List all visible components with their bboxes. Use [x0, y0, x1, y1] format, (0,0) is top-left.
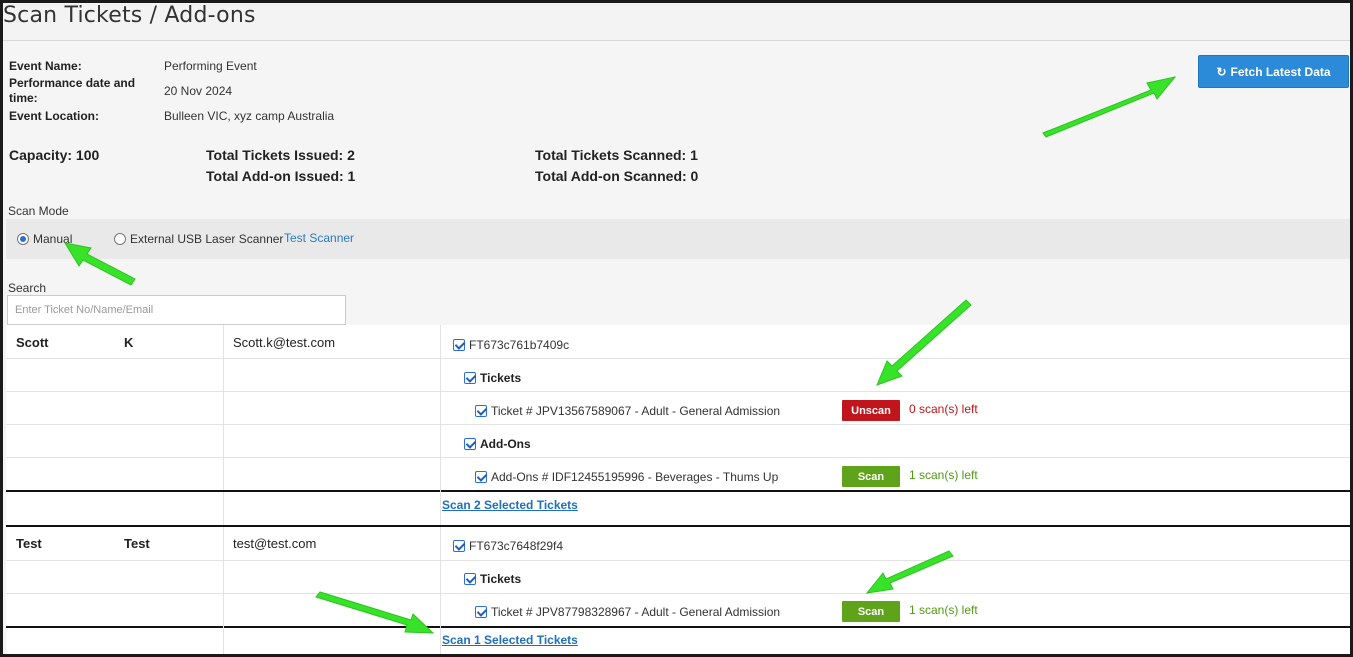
- order-divider: [6, 626, 1350, 628]
- column-divider: [223, 527, 224, 654]
- row-divider: [6, 358, 1350, 359]
- app-frame: Scan Tickets / Add-ons Event Name: Perfo…: [3, 3, 1350, 654]
- order-divider: [6, 490, 1350, 492]
- row-divider: [6, 424, 1350, 425]
- addons-issued-stat: Total Add-on Issued: 1: [206, 168, 356, 184]
- tickets-group-checkbox[interactable]: [464, 372, 476, 384]
- row-divider: [6, 457, 1350, 458]
- search-label: Search: [8, 281, 47, 295]
- scan-button[interactable]: Scan: [842, 601, 900, 622]
- tickets-scanned-stat: Total Tickets Scanned: 1: [535, 147, 698, 163]
- order-last-name: K: [124, 335, 134, 350]
- order-id: FT673c7648f29f4: [469, 539, 564, 553]
- fetch-latest-data-label: Fetch Latest Data: [1230, 64, 1331, 79]
- row-divider: [6, 593, 1350, 594]
- capacity-stat: Capacity: 100: [9, 147, 100, 163]
- order-last-name: Test: [124, 536, 150, 551]
- order-email: test@test.com: [233, 536, 317, 551]
- scan-selected-tickets-link[interactable]: Scan 2 Selected Tickets: [442, 498, 578, 512]
- scan-button[interactable]: Scan: [842, 466, 900, 487]
- performance-date-value: 20 Nov 2024: [164, 84, 233, 98]
- test-scanner-link[interactable]: Test Scanner: [284, 231, 354, 245]
- manual-radio[interactable]: [17, 233, 29, 245]
- tickets-issued-stat: Total Tickets Issued: 2: [206, 147, 355, 163]
- scans-left-text: 1 scan(s) left: [909, 603, 978, 617]
- addons-group-checkbox[interactable]: [464, 438, 476, 450]
- performance-date-label: Performance date and time:: [9, 76, 136, 105]
- order-first-name: Scott: [16, 335, 49, 350]
- scan-selected-tickets-link[interactable]: Scan 1 Selected Tickets: [442, 633, 578, 647]
- scans-left-text: 0 scan(s) left: [909, 402, 978, 416]
- addon-item: Add-Ons # IDF12455195996 - Beverages - T…: [491, 470, 779, 484]
- fetch-latest-data-button[interactable]: ↻ Fetch Latest Data: [1198, 55, 1349, 88]
- scan-mode-label: Scan Mode: [8, 204, 69, 218]
- ticket-checkbox[interactable]: [475, 606, 487, 618]
- usb-scanner-radio[interactable]: [114, 233, 126, 245]
- ticket-item: Ticket # JPV13567589067 - Adult - Genera…: [491, 404, 781, 418]
- order-divider: [6, 525, 1350, 527]
- unscan-button[interactable]: Unscan: [842, 400, 900, 421]
- ticket-checkbox[interactable]: [475, 405, 487, 417]
- order-checkbox[interactable]: [453, 339, 465, 351]
- addon-checkbox[interactable]: [475, 471, 487, 483]
- event-location-label: Event Location:: [9, 109, 100, 123]
- event-name-value: Performing Event: [164, 59, 257, 73]
- event-location-value: Bulleen VIC, xyz camp Australia: [164, 109, 335, 123]
- manual-radio-label[interactable]: Manual: [33, 232, 72, 246]
- refresh-icon: ↻: [1216, 64, 1227, 79]
- column-divider: [223, 492, 224, 525]
- order-email: Scott.k@test.com: [233, 335, 336, 350]
- addons-heading: Add-Ons: [480, 437, 531, 451]
- order-id: FT673c761b7409c: [469, 338, 570, 352]
- order-first-name: Test: [16, 536, 42, 551]
- addons-scanned-stat: Total Add-on Scanned: 0: [535, 168, 699, 184]
- row-divider: [6, 560, 1350, 561]
- column-divider: [440, 325, 441, 525]
- header-bar: Scan Tickets / Add-ons: [3, 3, 1350, 41]
- row-divider: [6, 391, 1350, 392]
- arrow-icon: [1042, 76, 1177, 138]
- tickets-group-checkbox[interactable]: [464, 573, 476, 585]
- tickets-heading: Tickets: [480, 572, 522, 586]
- tickets-heading: Tickets: [480, 371, 522, 385]
- scans-left-text: 1 scan(s) left: [909, 468, 978, 482]
- page-title: Scan Tickets / Add-ons: [3, 3, 256, 28]
- order-checkbox[interactable]: [453, 540, 465, 552]
- ticket-item: Ticket # JPV87798328967 - Adult - Genera…: [491, 605, 781, 619]
- column-divider: [440, 527, 441, 654]
- search-input[interactable]: [7, 295, 346, 325]
- usb-scanner-radio-label[interactable]: External USB Laser Scanner: [130, 232, 283, 246]
- event-name-label: Event Name:: [9, 59, 82, 73]
- column-divider: [223, 325, 224, 490]
